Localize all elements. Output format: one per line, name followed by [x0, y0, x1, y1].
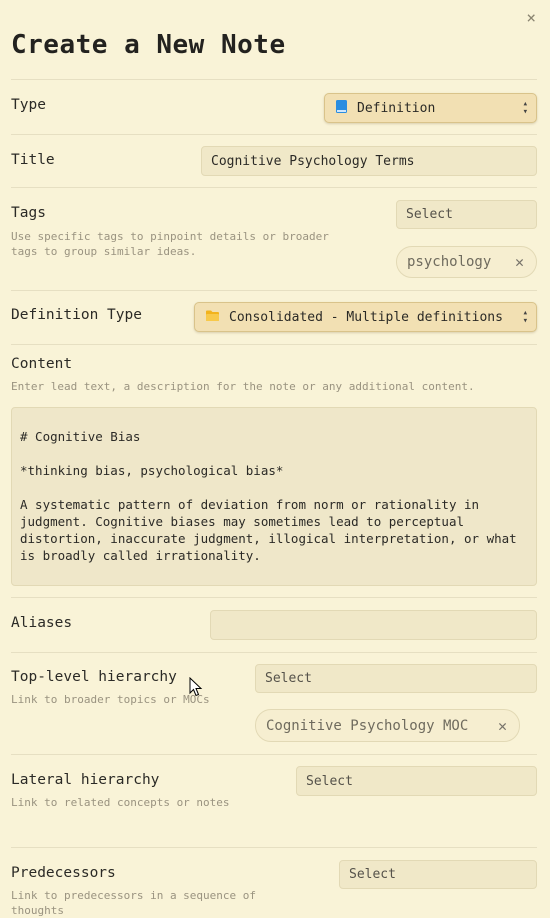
divider [11, 344, 537, 345]
type-select[interactable]: Definition ▴ ▾ [324, 93, 537, 123]
divider [11, 597, 537, 598]
lateral-select[interactable]: Select [296, 766, 537, 796]
content-textarea[interactable]: # Cognitive Bias *thinking bias, psychol… [11, 407, 537, 586]
divider [11, 754, 537, 755]
content-label: Content [11, 356, 73, 372]
divider [11, 79, 537, 80]
top-level-chip: Cognitive Psychology MOC ✕ [255, 709, 520, 742]
tags-label: Tags [11, 205, 46, 221]
title-label: Title [11, 152, 55, 168]
chevron-updown-icon: ▴ ▾ [522, 99, 528, 117]
divider [11, 187, 537, 188]
type-label: Type [11, 97, 46, 113]
predecessors-label: Predecessors [11, 865, 116, 881]
definition-type-label: Definition Type [11, 307, 142, 323]
divider [11, 652, 537, 653]
remove-link-icon[interactable]: ✕ [498, 717, 507, 735]
close-icon[interactable]: × [526, 8, 536, 27]
dialog-title: Create a New Note [11, 30, 286, 60]
tag-chip-label: psychology [407, 254, 492, 270]
top-level-select[interactable]: Select [255, 664, 537, 693]
tags-select[interactable]: Select [396, 200, 537, 229]
divider [11, 290, 537, 291]
lateral-hint: Link to related concepts or notes [11, 796, 230, 809]
remove-tag-icon[interactable]: ✕ [515, 253, 524, 271]
tag-chip: psychology ✕ [396, 246, 537, 278]
divider [11, 847, 537, 848]
definition-type-value: Consolidated - Multiple definitions [229, 309, 503, 325]
top-level-label: Top-level hierarchy [11, 669, 177, 685]
title-input[interactable]: Cognitive Psychology Terms [201, 146, 537, 176]
divider [11, 134, 537, 135]
aliases-label: Aliases [11, 615, 73, 631]
predecessors-hint-1: Link to predecessors in a sequence of [11, 889, 257, 902]
mouse-cursor-icon [189, 677, 203, 697]
type-value: Definition [357, 100, 436, 116]
tags-hint-1: Use specific tags to pinpoint details or… [11, 230, 329, 243]
top-level-chip-label: Cognitive Psychology MOC [266, 717, 469, 734]
top-level-hint: Link to broader topics or MOCs [11, 693, 210, 706]
tags-hint-2: tags to group similar ideas. [11, 245, 197, 258]
aliases-input[interactable] [210, 610, 537, 640]
predecessors-hint-2: thoughts [11, 904, 64, 917]
lateral-label: Lateral hierarchy [11, 772, 160, 788]
folder-icon [206, 310, 219, 325]
blue-book-icon [336, 99, 347, 117]
chevron-updown-icon: ▴ ▾ [522, 308, 528, 326]
content-hint: Enter lead text, a description for the n… [11, 380, 475, 393]
predecessors-select[interactable]: Select [339, 860, 537, 889]
definition-type-select[interactable]: Consolidated - Multiple definitions ▴ ▾ [194, 302, 537, 332]
